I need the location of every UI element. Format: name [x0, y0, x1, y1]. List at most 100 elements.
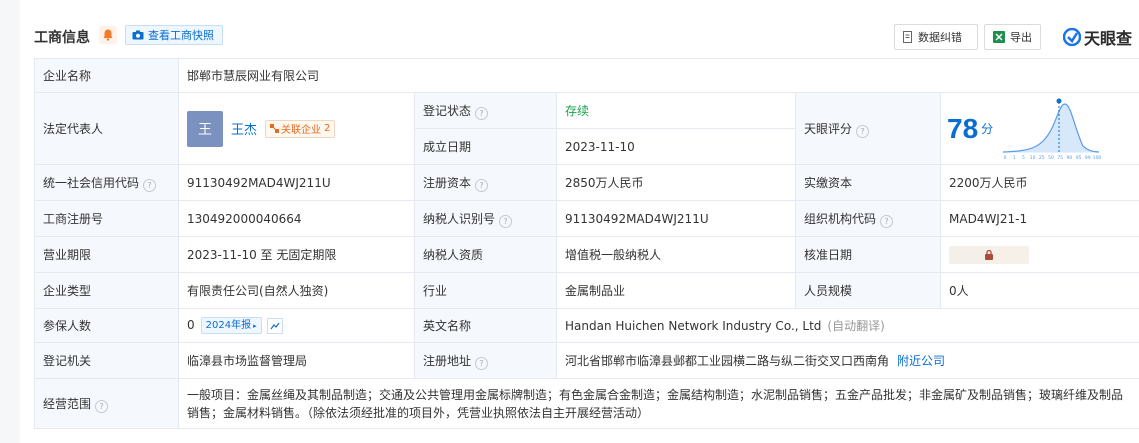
- table-row: 企业类型 有限责任公司(自然人独资) 行业 金属制品业 人员规模 0人: [34, 272, 1139, 309]
- company-type: 有限责任公司(自然人独资): [178, 272, 415, 309]
- table-row: 营业期限 2023-11-10 至 无固定期限 纳税人资质 增值税一般纳税人 核…: [34, 236, 1139, 273]
- reg-no-label: 工商注册号: [34, 200, 179, 237]
- scope-label-text: 经营范围: [43, 396, 92, 411]
- legal-rep-name[interactable]: 王杰: [231, 119, 257, 138]
- legal-rep-info: 王杰 关联企业 2: [231, 119, 336, 138]
- logo-text: 天眼查: [1084, 29, 1133, 48]
- reg-capital-label: 注册资本?: [414, 164, 557, 201]
- reg-status-label-text: 登记状态: [423, 103, 472, 118]
- help-icon[interactable]: ?: [475, 106, 489, 120]
- annual-report-selector[interactable]: 2024年报 ▸: [200, 317, 262, 334]
- taxpayer-id: 91130492MAD4WJ211U: [556, 200, 796, 237]
- business-scope: 一般项目：金属丝绳及其制品制造；交通及公共管理用金属标牌制造；有色金属合金制造；…: [177, 378, 1139, 429]
- view-snapshot-button[interactable]: 查看工商快照: [125, 25, 223, 45]
- credit-code-label: 统一社会信用代码?: [34, 164, 179, 201]
- industry: 金属制品业: [556, 272, 796, 309]
- insured-label: 参保人数: [34, 308, 179, 343]
- address-cell: 河北省邯郸市临漳县邺都工业园横二路与纵二街交叉口西南角 附近公司: [555, 342, 1139, 379]
- vip-lock-mask[interactable]: [949, 245, 1029, 264]
- data-correction-button[interactable]: 数据纠错: [894, 24, 978, 50]
- camera-icon: [132, 30, 144, 40]
- term-label: 营业期限: [34, 236, 179, 273]
- approve-date-label: 核准日期: [795, 236, 941, 273]
- score-tick-label: 95: [1076, 155, 1082, 161]
- help-icon[interactable]: ?: [856, 124, 870, 138]
- org-code-label-text: 组织机构代码: [804, 211, 877, 226]
- table-row: 法定代表人 王王杰 关联企业 2 登记状态? 存续 天眼评分? 78 分 0 1 5 10 2…: [34, 92, 1139, 165]
- nearby-companies-link[interactable]: 附近公司: [897, 354, 945, 368]
- english-name: Handan Huichen Network Industry Co., Ltd: [565, 319, 822, 333]
- export-button[interactable]: 导出: [984, 24, 1041, 50]
- table-row: 参保人数 0 2024年报 ▸ 英文名称 Handan Huichen Networ…: [34, 308, 1139, 343]
- related-icon: [270, 124, 280, 133]
- authority-label: 登记机关: [34, 342, 179, 379]
- view-snapshot-label: 查看工商快照: [148, 29, 214, 42]
- scope-label: 经营范围?: [34, 378, 179, 429]
- score-tick-label: 100: [1093, 155, 1101, 161]
- logo-icon: [1063, 28, 1081, 46]
- section-header: 工商信息 查看工商快照 数据纠错 导出 天眼查: [20, 22, 1139, 50]
- business-info-card: 工商信息 查看工商快照 数据纠错 导出 天眼查 企业名称 邯郸市慧辰网业有限公司: [20, 0, 1139, 443]
- credit-code: 91130492MAD4WJ211U: [178, 164, 415, 201]
- company-name: 邯郸市慧辰网业有限公司: [177, 58, 1139, 93]
- org-code-label: 组织机构代码?: [795, 200, 941, 237]
- score-tick-label: 99: [1085, 155, 1091, 161]
- trend-chart-icon[interactable]: [266, 317, 283, 334]
- score-cell[interactable]: 78 分 0 1 5 10 25 50 75 90 95 99 100: [939, 92, 1139, 165]
- credit-code-label-text: 统一社会信用代码: [43, 175, 140, 190]
- avatar[interactable]: 王: [187, 110, 223, 147]
- approve-date: [939, 236, 1139, 273]
- found-date-label: 成立日期: [414, 128, 557, 165]
- auto-translate-note: (自动翻译): [827, 319, 885, 333]
- related-label: 关联企业: [281, 125, 322, 136]
- annual-report-year: 2024年报: [205, 320, 252, 331]
- term: 2023-11-10 至 无固定期限: [178, 236, 415, 273]
- help-icon[interactable]: ?: [143, 178, 157, 192]
- reg-no: 130492000040664: [178, 200, 415, 237]
- score-tick-label: 1: [1013, 155, 1016, 161]
- score-tick-label: 5: [1022, 155, 1025, 161]
- table-row: 统一社会信用代码? 91130492MAD4WJ211U 注册资本? 2850万…: [34, 164, 1139, 201]
- excel-icon: [993, 31, 1005, 43]
- business-info-table: 企业名称 邯郸市慧辰网业有限公司 法定代表人 王王杰 关联企业 2 登记状态? 存续…: [34, 58, 1139, 429]
- reg-address: 河北省邯郸市临漳县邺都工业园横二路与纵二街交叉口西南角: [565, 354, 890, 368]
- score-tick-label: 90: [1067, 155, 1073, 161]
- table-row: 经营范围? 一般项目：金属丝绳及其制品制造；交通及公共管理用金属标牌制造；有色金…: [34, 378, 1139, 429]
- reg-capital: 2850万人民币: [556, 164, 796, 201]
- help-icon[interactable]: ?: [475, 356, 489, 370]
- related-companies-badge[interactable]: 关联企业 2: [265, 119, 336, 138]
- taxpayer-qual-label: 纳税人资质: [414, 236, 557, 273]
- export-label: 导出: [1010, 31, 1032, 44]
- caret-right-icon: ▸: [253, 322, 257, 330]
- score-tick-label: 25: [1039, 155, 1045, 161]
- paid-capital-label: 实缴资本: [795, 164, 941, 201]
- edit-doc-icon: [903, 31, 912, 43]
- staff-label: 人员规模: [795, 272, 941, 309]
- bell-icon[interactable]: [99, 26, 117, 44]
- help-icon[interactable]: ?: [499, 214, 513, 228]
- lock-icon: [985, 249, 993, 260]
- industry-label: 行业: [414, 272, 557, 309]
- help-icon[interactable]: ?: [95, 399, 109, 413]
- score-value: 78: [947, 112, 979, 144]
- table-row: 工商注册号 130492000040664 纳税人识别号? 91130492MA…: [34, 200, 1139, 237]
- en-name-cell: Handan Huichen Network Industry Co., Ltd…: [555, 308, 1139, 343]
- help-icon[interactable]: ?: [880, 214, 894, 228]
- staff-size: 0人: [939, 272, 1139, 309]
- insured-count: 0: [187, 318, 195, 332]
- taxpayer-id-label-text: 纳税人识别号: [423, 211, 496, 226]
- data-correction-label: 数据纠错: [918, 31, 962, 44]
- type-label: 企业类型: [34, 272, 179, 309]
- section-title: 工商信息: [34, 30, 90, 46]
- en-name-label: 英文名称: [414, 308, 557, 343]
- reg-status: 存续: [556, 92, 796, 129]
- taxpayer-id-label: 纳税人识别号?: [414, 200, 557, 237]
- help-icon[interactable]: ?: [475, 178, 489, 192]
- score-tick-label: 75: [1058, 155, 1064, 161]
- table-row: 登记机关 临漳县市场监督管理局 注册地址? 河北省邯郸市临漳县邺都工业园横二路与…: [34, 342, 1139, 379]
- tianyancha-logo: 天眼查: [1063, 25, 1132, 49]
- score-tick-label: 10: [1030, 155, 1036, 161]
- found-date: 2023-11-10: [556, 128, 796, 165]
- address-label-text: 注册地址: [423, 353, 472, 368]
- reg-status-label: 登记状态?: [414, 92, 557, 129]
